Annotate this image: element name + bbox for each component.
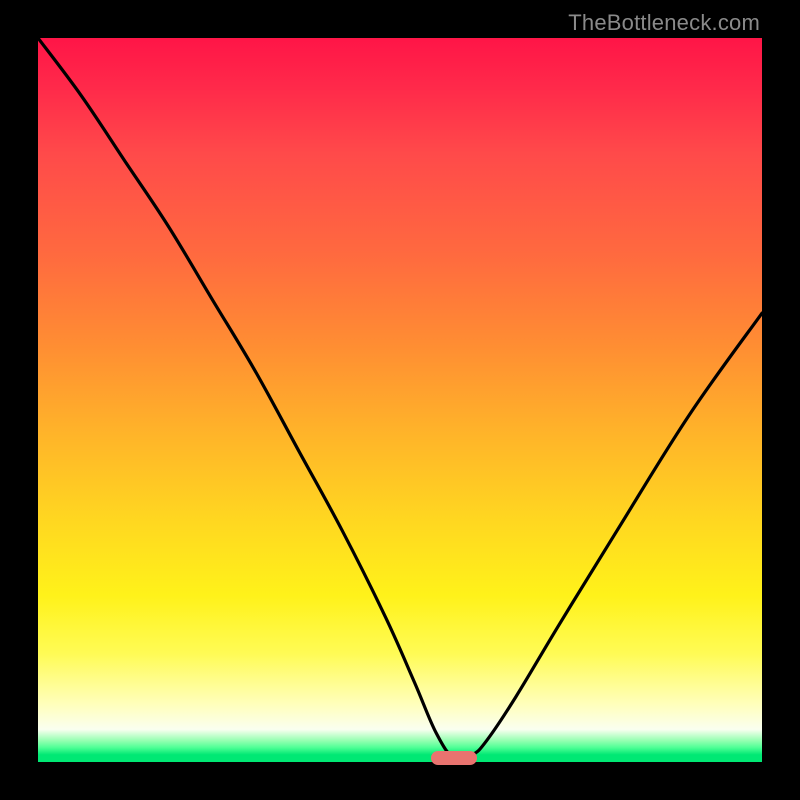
optimal-marker bbox=[431, 751, 477, 765]
watermark-text: TheBottleneck.com bbox=[568, 10, 760, 36]
chart-frame: TheBottleneck.com bbox=[0, 0, 800, 800]
plot-area bbox=[38, 38, 762, 762]
bottleneck-curve bbox=[38, 38, 762, 762]
